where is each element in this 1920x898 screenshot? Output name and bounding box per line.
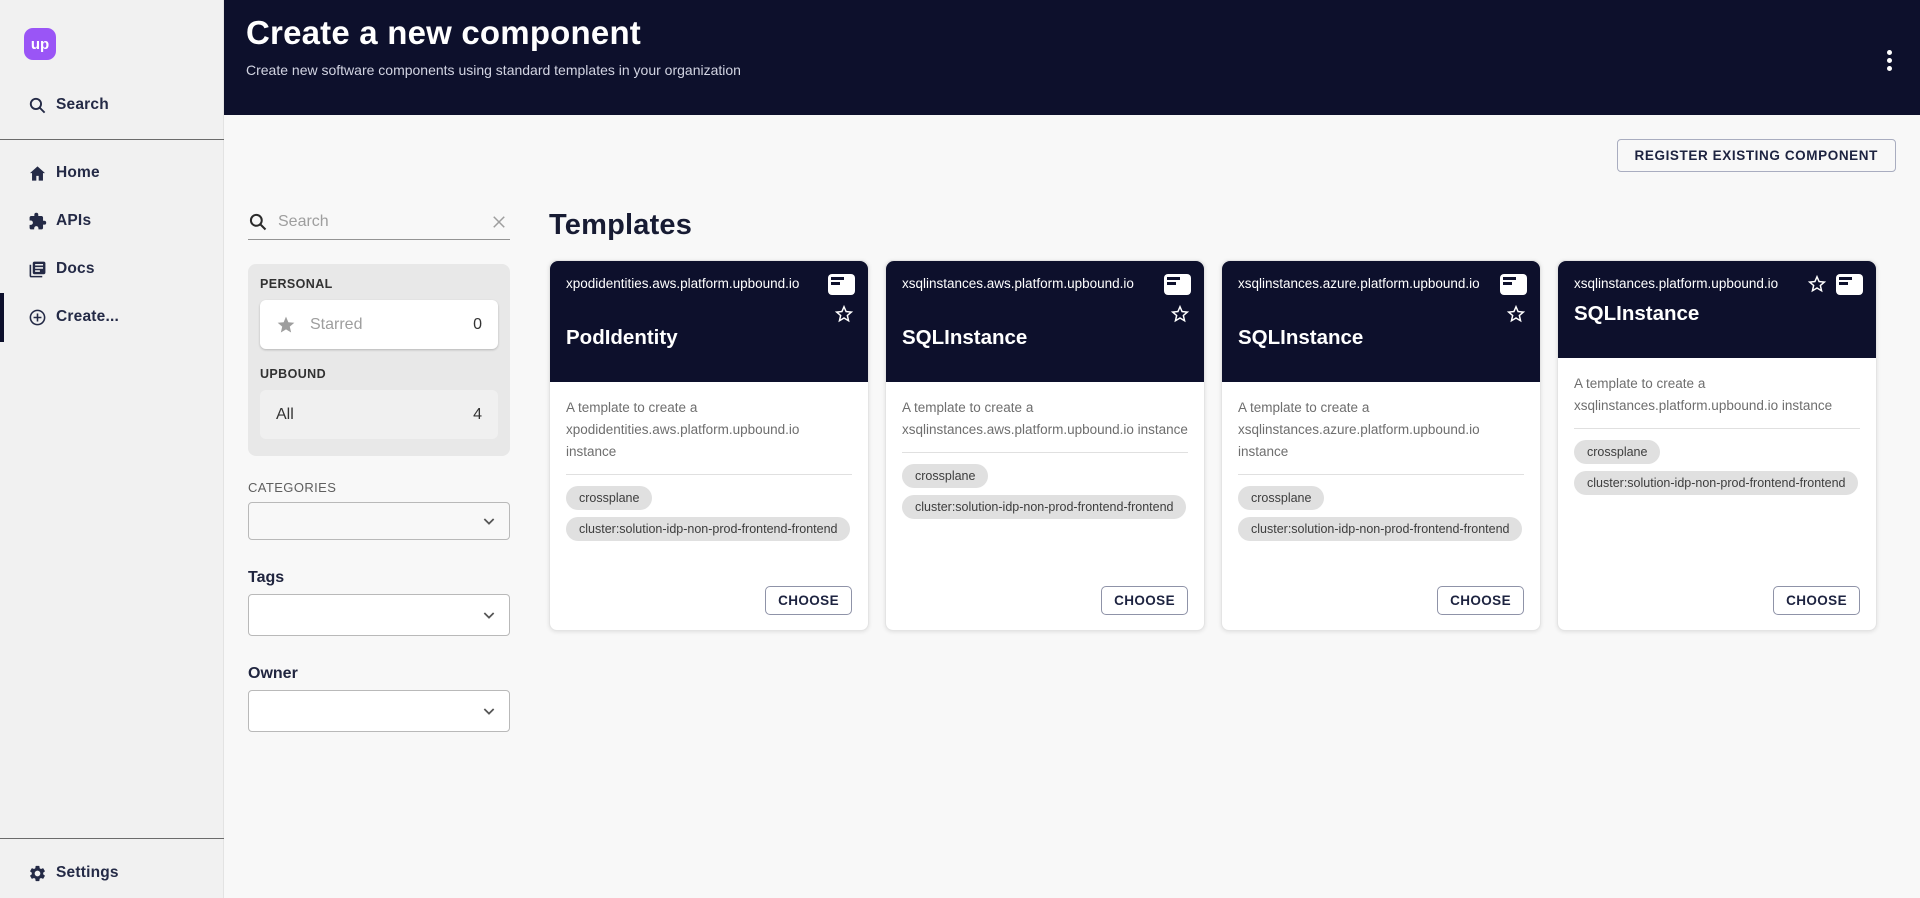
- tag-chip: crossplane: [566, 486, 652, 510]
- star-icon: [276, 315, 296, 335]
- puzzle-icon: [27, 211, 47, 231]
- categories-label: CATEGORIES: [248, 480, 510, 495]
- template-cards: xpodidentities.aws.platform.upbound.io P…: [549, 260, 1896, 631]
- sidebar-item-label: APIs: [56, 212, 91, 230]
- template-description: A template to create a xsqlinstances.aws…: [886, 382, 1204, 441]
- template-card: xpodidentities.aws.platform.upbound.io P…: [549, 260, 869, 631]
- sidebar-item-label: Home: [56, 164, 100, 182]
- docs-icon: [27, 259, 47, 279]
- template-title: SQLInstance: [1574, 302, 1699, 326]
- template-card: xsqlinstances.azure.platform.upbound.io …: [1221, 260, 1541, 631]
- clear-search-icon[interactable]: [488, 211, 510, 233]
- register-existing-component-button[interactable]: REGISTER EXISTING COMPONENT: [1617, 139, 1896, 172]
- choose-button[interactable]: CHOOSE: [1437, 586, 1524, 615]
- plus-circle-icon: [27, 307, 47, 327]
- tags-label: Tags: [248, 569, 510, 587]
- sidebar-item-label: Create...: [56, 308, 119, 326]
- sidebar-item-apis[interactable]: APIs: [0, 201, 224, 241]
- template-description: A template to create a xsqlinstances.pla…: [1558, 358, 1876, 417]
- template-type-icon: [828, 274, 855, 295]
- page-header: Create a new component Create new softwa…: [224, 0, 1920, 115]
- tag-chip: cluster:solution-idp-non-prod-frontend-f…: [1238, 517, 1522, 541]
- sidebar-item-label: Settings: [56, 864, 119, 882]
- ownership-filter-group: PERSONAL Starred 0 UPBOUND All 4: [248, 264, 510, 456]
- tag-chip: crossplane: [1574, 440, 1660, 464]
- chevron-down-icon: [481, 703, 497, 719]
- sidebar-item-create[interactable]: Create...: [0, 297, 224, 337]
- template-title: SQLInstance: [1238, 326, 1363, 350]
- template-tags: crossplane cluster:solution-idp-non-prod…: [886, 453, 1204, 526]
- templates-section: Templates xpodidentities.aws.platform.up…: [549, 209, 1896, 631]
- sidebar-item-docs[interactable]: Docs: [0, 249, 224, 289]
- upbound-logo[interactable]: up: [24, 28, 56, 60]
- main-content: REGISTER EXISTING COMPONENT PERSONAL Sta…: [224, 115, 1920, 898]
- tag-chip: crossplane: [1238, 486, 1324, 510]
- template-description: A template to create a xpodidentities.aw…: [550, 382, 868, 463]
- choose-button[interactable]: CHOOSE: [765, 586, 852, 615]
- chevron-down-icon: [481, 607, 497, 623]
- tag-chip: cluster:solution-idp-non-prod-frontend-f…: [902, 495, 1186, 519]
- template-name: xsqlinstances.aws.platform.upbound.io: [902, 276, 1188, 291]
- sidebar-item-search[interactable]: Search: [0, 85, 224, 125]
- template-type-icon: [1164, 274, 1191, 295]
- filter-all-count: 4: [473, 406, 482, 424]
- tags-select[interactable]: [248, 594, 510, 636]
- tag-chip: crossplane: [902, 464, 988, 488]
- template-name: xpodidentities.aws.platform.upbound.io: [566, 276, 852, 291]
- template-name: xsqlinstances.azure.platform.upbound.io: [1238, 276, 1524, 291]
- search-icon: [27, 95, 47, 115]
- template-card-header: xpodidentities.aws.platform.upbound.io P…: [550, 261, 868, 382]
- tag-chip: cluster:solution-idp-non-prod-frontend-f…: [1574, 471, 1858, 495]
- filter-panel: PERSONAL Starred 0 UPBOUND All 4 CATEGOR…: [248, 204, 510, 732]
- template-type-icon: [1836, 274, 1863, 295]
- template-card-header: xsqlinstances.azure.platform.upbound.io …: [1222, 261, 1540, 382]
- page-subtitle: Create new software components using sta…: [246, 62, 1896, 78]
- home-icon: [27, 163, 47, 183]
- star-outline-icon[interactable]: [833, 303, 855, 325]
- template-type-icon: [1500, 274, 1527, 295]
- template-card: xsqlinstances.platform.upbound.io SQLIns…: [1557, 260, 1877, 631]
- choose-button[interactable]: CHOOSE: [1101, 586, 1188, 615]
- owner-select[interactable]: [248, 690, 510, 732]
- sidebar: up Search Home APIs Docs Create...: [0, 0, 224, 898]
- search-icon: [248, 212, 268, 232]
- sidebar-divider: [0, 838, 224, 839]
- filter-all-label: All: [276, 406, 473, 424]
- filter-all[interactable]: All 4: [260, 390, 498, 439]
- page-title: Create a new component: [246, 14, 1896, 52]
- filter-starred-count: 0: [473, 316, 482, 334]
- template-description: A template to create a xsqlinstances.azu…: [1222, 382, 1540, 463]
- filter-group-label: UPBOUND: [260, 367, 498, 381]
- chevron-down-icon: [481, 513, 497, 529]
- search-input[interactable]: [278, 213, 488, 231]
- star-outline-icon[interactable]: [1806, 273, 1828, 295]
- template-card-header: xsqlinstances.aws.platform.upbound.io SQ…: [886, 261, 1204, 382]
- filter-group-label: PERSONAL: [260, 277, 498, 291]
- template-search: [248, 204, 510, 240]
- template-tags: crossplane cluster:solution-idp-non-prod…: [1222, 475, 1540, 548]
- sidebar-item-home[interactable]: Home: [0, 153, 224, 193]
- sidebar-item-label: Search: [56, 96, 109, 114]
- categories-select[interactable]: [248, 502, 510, 540]
- kebab-menu-icon[interactable]: [1887, 47, 1892, 74]
- owner-label: Owner: [248, 665, 510, 683]
- template-card: xsqlinstances.aws.platform.upbound.io SQ…: [885, 260, 1205, 631]
- sidebar-divider: [0, 139, 224, 140]
- choose-button[interactable]: CHOOSE: [1773, 586, 1860, 615]
- sidebar-item-settings[interactable]: Settings: [0, 853, 224, 893]
- template-title: PodIdentity: [566, 326, 678, 350]
- star-outline-icon[interactable]: [1505, 303, 1527, 325]
- gear-icon: [27, 863, 47, 883]
- star-outline-icon[interactable]: [1169, 303, 1191, 325]
- filter-starred[interactable]: Starred 0: [260, 300, 498, 349]
- template-card-header: xsqlinstances.platform.upbound.io SQLIns…: [1558, 261, 1876, 358]
- template-title: SQLInstance: [902, 326, 1027, 350]
- template-tags: crossplane cluster:solution-idp-non-prod…: [550, 475, 868, 548]
- sidebar-item-label: Docs: [56, 260, 95, 278]
- filter-starred-label: Starred: [310, 316, 473, 334]
- templates-heading: Templates: [549, 209, 1896, 242]
- template-tags: crossplane cluster:solution-idp-non-prod…: [1558, 429, 1876, 502]
- tag-chip: cluster:solution-idp-non-prod-frontend-f…: [566, 517, 850, 541]
